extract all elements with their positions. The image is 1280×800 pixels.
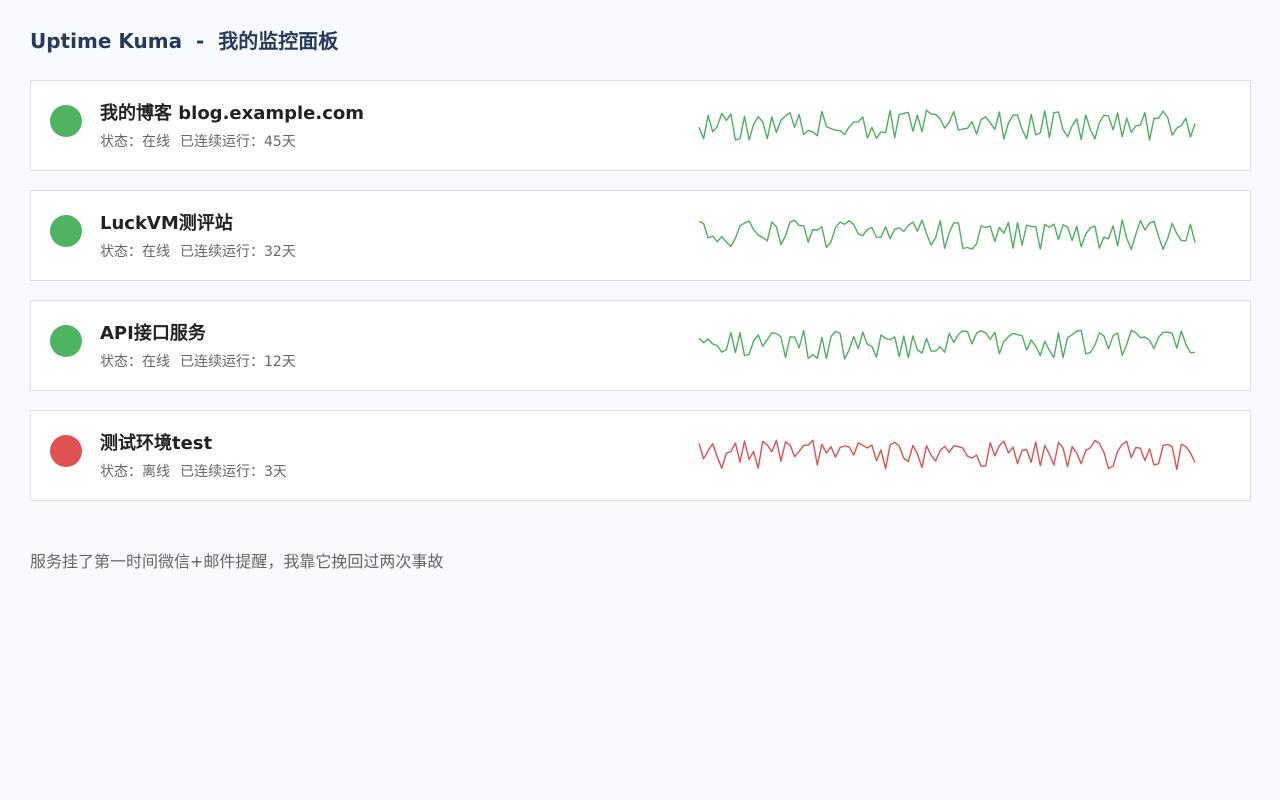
status-dot-icon [50,105,82,137]
monitor-uptime-text: 已连续运行：32天 [180,244,296,260]
monitor-name: 测试环境test [100,433,213,454]
monitor-name: 我的博客 blog.example.com [100,103,365,124]
monitor-card[interactable]: 测试环境test 状态：离线 已连续运行：3天 [30,410,1251,501]
sparkline-line [698,439,1196,471]
status-dot-icon [50,215,82,247]
monitor-status-text: 状态：在线 [100,134,170,150]
page-title: Uptime Kuma - 我的监控面板 [30,29,339,53]
monitor-status-text: 状态：在线 [100,354,170,370]
status-dot-icon [50,325,82,357]
response-sparkline [698,109,1196,141]
monitor-card[interactable]: 我的博客 blog.example.com 状态：在线 已连续运行：45天 [30,80,1251,171]
monitor-uptime-text: 已连续运行：12天 [180,354,296,370]
monitor-uptime-text: 已连续运行：45天 [180,134,296,150]
monitor-card[interactable]: API接口服务 状态：在线 已连续运行：12天 [30,300,1251,391]
monitor-meta: 状态：在线 已连续运行：32天 [100,242,296,262]
monitor-name: LuckVM测评站 [100,213,233,234]
monitor-name: API接口服务 [100,323,206,344]
monitor-meta: 状态：在线 已连续运行：45天 [100,132,296,152]
monitor-status-text: 状态：离线 [100,464,170,480]
monitor-uptime-text: 已连续运行：3天 [180,464,287,480]
sparkline-line [698,109,1196,141]
sparkline-line [698,219,1196,251]
response-sparkline [698,329,1196,360]
monitor-meta: 状态：离线 已连续运行：3天 [100,462,287,482]
monitor-meta: 状态：在线 已连续运行：12天 [100,352,296,372]
response-sparkline [698,439,1196,471]
monitor-card[interactable]: LuckVM测评站 状态：在线 已连续运行：32天 [30,190,1251,281]
footer-note: 服务挂了第一时间微信+邮件提醒，我靠它挽回过两次事故 [30,552,444,571]
response-sparkline [698,219,1196,251]
monitor-status-text: 状态：在线 [100,244,170,260]
dashboard-page: Uptime Kuma - 我的监控面板 我的博客 blog.example.c… [0,0,1280,800]
sparkline-line [698,329,1196,360]
status-dot-icon [50,435,82,467]
monitor-list: 我的博客 blog.example.com 状态：在线 已连续运行：45天 Luc… [30,80,1251,520]
